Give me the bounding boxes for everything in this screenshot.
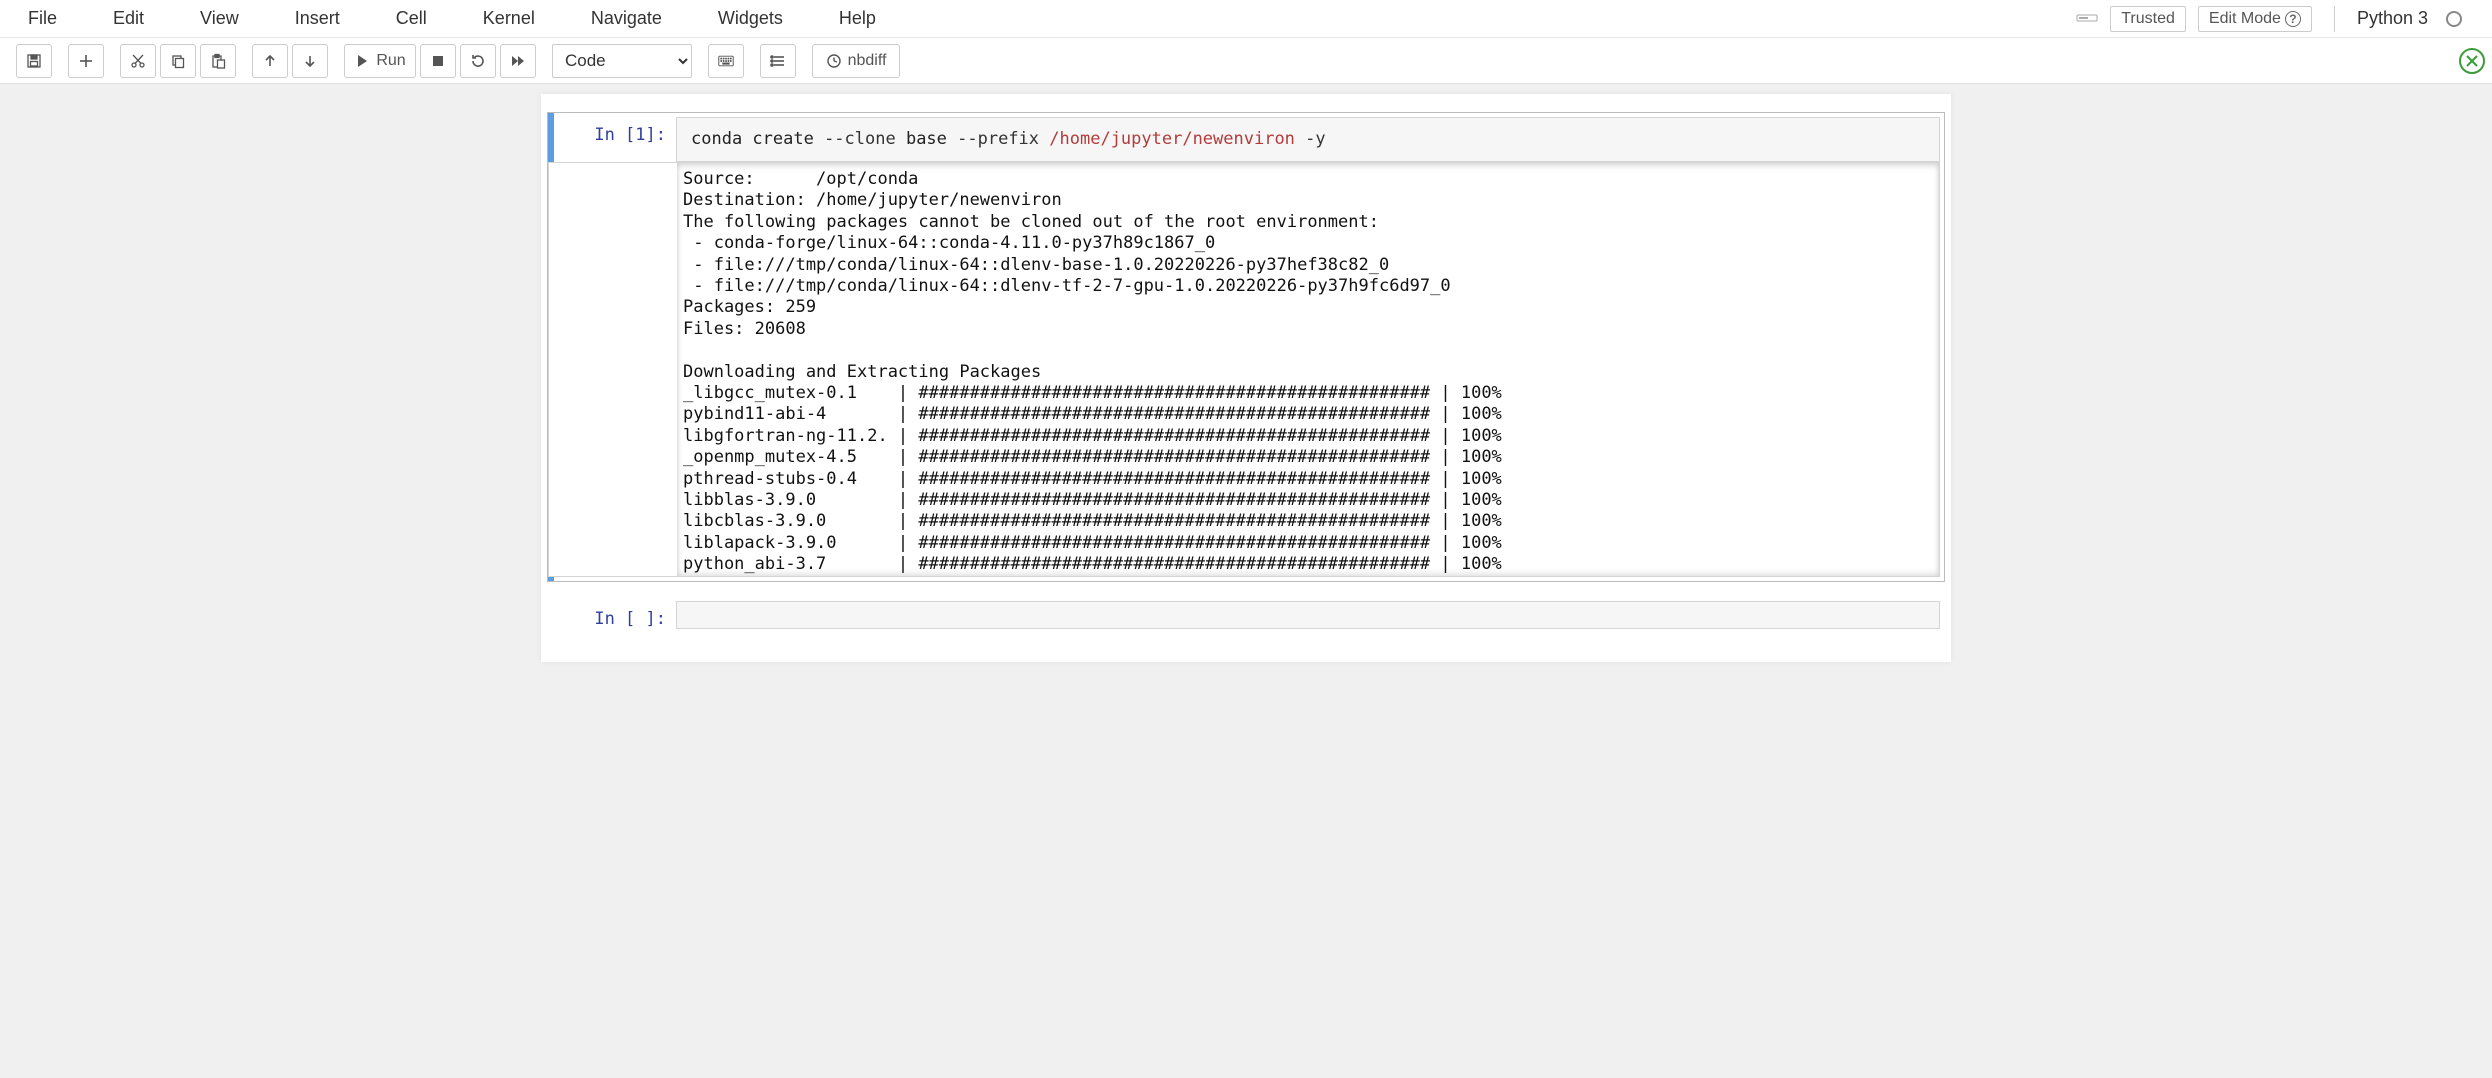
kernel-idle-icon <box>2446 11 2462 27</box>
code-input[interactable]: conda create --clone base --prefix /home… <box>676 117 1940 162</box>
toolbar: Run Code nbdiff <box>0 38 2492 84</box>
close-icon <box>2458 47 2486 75</box>
save-button[interactable] <box>16 44 52 78</box>
code-input[interactable] <box>676 601 1940 629</box>
menu-edit[interactable]: Edit <box>105 2 152 35</box>
plus-icon <box>78 53 94 69</box>
keyboard-icon <box>718 53 734 69</box>
output-prompt <box>549 163 677 576</box>
nbdiff-button[interactable]: nbdiff <box>812 44 900 78</box>
save-icon <box>26 53 42 69</box>
restart-button[interactable] <box>460 44 496 78</box>
input-prompt: In [ ]: <box>548 597 676 629</box>
trusted-label: Trusted <box>2121 10 2175 28</box>
code-cell[interactable]: In [ ]: <box>547 596 1945 630</box>
cell-type-select[interactable]: Code <box>552 44 692 78</box>
input-prompt: In [1]: <box>548 113 676 162</box>
trusted-button[interactable]: Trusted <box>2110 6 2186 32</box>
notebook-container: In [1]: conda create --clone base --pref… <box>541 94 1951 662</box>
move-up-button[interactable] <box>252 44 288 78</box>
arrow-up-icon <box>262 53 278 69</box>
command-palette-button[interactable] <box>708 44 744 78</box>
add-cell-button[interactable] <box>68 44 104 78</box>
menubar: File Edit View Insert Cell Kernel Naviga… <box>0 0 2492 38</box>
arrow-down-icon <box>302 53 318 69</box>
clock-icon <box>826 53 842 69</box>
kernel-name[interactable]: Python 3 <box>2357 8 2428 29</box>
menu-cell[interactable]: Cell <box>388 2 435 35</box>
interrupt-button[interactable] <box>420 44 456 78</box>
fast-forward-icon <box>510 53 526 69</box>
run-button[interactable]: Run <box>344 44 416 78</box>
copy-icon <box>170 53 186 69</box>
help-icon: ? <box>2285 11 2301 27</box>
divider <box>2334 6 2335 32</box>
copy-button[interactable] <box>160 44 196 78</box>
nbdiff-label: nbdiff <box>848 52 887 70</box>
notification-icon <box>2076 8 2098 29</box>
move-down-button[interactable] <box>292 44 328 78</box>
paste-button[interactable] <box>200 44 236 78</box>
cut-button[interactable] <box>120 44 156 78</box>
code-cell[interactable]: In [1]: conda create --clone base --pref… <box>547 112 1945 582</box>
menu-view[interactable]: View <box>192 2 247 35</box>
edit-mode-label: Edit Mode <box>2209 10 2281 28</box>
run-label: Run <box>376 52 405 70</box>
close-button[interactable] <box>2458 47 2486 75</box>
menu-right: Trusted Edit Mode ? Python 3 <box>2076 6 2472 32</box>
cut-icon <box>130 53 146 69</box>
restart-icon <box>470 53 486 69</box>
menu-kernel[interactable]: Kernel <box>475 2 543 35</box>
edit-mode-button[interactable]: Edit Mode ? <box>2198 6 2312 32</box>
output-text[interactable]: Source: /opt/conda Destination: /home/ju… <box>677 163 1939 576</box>
list-icon <box>770 53 786 69</box>
menu-file[interactable]: File <box>20 2 65 35</box>
menu-insert[interactable]: Insert <box>287 2 348 35</box>
menu-left: File Edit View Insert Cell Kernel Naviga… <box>20 2 884 35</box>
menu-navigate[interactable]: Navigate <box>583 2 670 35</box>
paste-icon <box>210 53 226 69</box>
stop-icon <box>430 53 446 69</box>
output-area: Source: /opt/conda Destination: /home/ju… <box>548 162 1940 577</box>
menu-help[interactable]: Help <box>831 2 884 35</box>
menu-widgets[interactable]: Widgets <box>710 2 791 35</box>
table-of-contents-button[interactable] <box>760 44 796 78</box>
restart-run-all-button[interactable] <box>500 44 536 78</box>
run-icon <box>354 53 370 69</box>
